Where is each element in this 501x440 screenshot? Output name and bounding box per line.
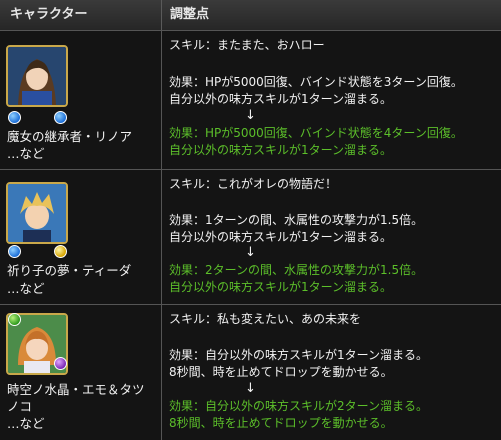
effect-after-2: 自分以外の味方スキルが1ターン溜まる。 [169, 143, 393, 157]
effect-after-1: 効果：自分以外の味方スキルが2ターン溜まる。 [169, 399, 429, 413]
skill-name: スキル：またまた、おハロー [169, 38, 325, 52]
character-portrait-tidus[interactable] [6, 182, 68, 244]
table-row: 時空ノ水晶・エモ＆タツ ノコ …など スキル：私も変えたい、あの未来を 効果：自… [0, 304, 501, 440]
character-cell: 祈り子の夢・ティーダ …など [0, 170, 162, 304]
effect-after-2: 8秒間、時を止めてドロップを動かせる。 [169, 416, 393, 430]
light-subattribute-icon [54, 245, 67, 258]
skill-name: スキル：私も変えたい、あの未来を [169, 312, 362, 326]
effect-after-1: 効果：HPが5000回復、バインド状態を4ターン回復。 [169, 126, 463, 140]
header-changes: 調整点 [162, 0, 501, 30]
effect-before-1: 効果：1ターンの間、水属性の攻撃力が1.5倍。 [169, 213, 424, 227]
character-name: 魔女の継承者・リノア [7, 129, 133, 144]
effect-before-2: 自分以外の味方スキルが1ターン溜まる。 [169, 230, 393, 244]
effect-before-1: 効果：HPが5000回復、バインド状態を3ターン回復。 [169, 75, 463, 89]
skill-change-table: キャラクター 調整点 魔女の継承者・リノア …など スキル：またまた、おハロー … [0, 0, 501, 440]
effect-before-2: 8秒間、時を止めてドロップを動かせる。 [169, 365, 393, 379]
portrait-art [8, 47, 66, 105]
character-name: 時空ノ水晶・エモ＆タツ [7, 382, 145, 397]
portrait-art [8, 184, 66, 242]
down-arrow-icon: ↓ [245, 245, 256, 260]
table-row: 魔女の継承者・リノア …など スキル：またまた、おハロー 効果：HPが5000回… [0, 30, 501, 169]
skill-name: スキル：これがオレの物語だ！ [169, 177, 338, 191]
down-arrow-icon: ↓ [245, 108, 256, 123]
effect-after-1: 効果：2ターンの間、水属性の攻撃力が1.5倍。 [169, 263, 424, 277]
effect-after-2: 自分以外の味方スキルが1ターン溜まる。 [169, 280, 393, 294]
dark-subattribute-icon [54, 357, 67, 370]
water-attribute-icon [8, 245, 21, 258]
character-name: 祈り子の夢・ティーダ [7, 263, 132, 278]
character-name-suffix: …など [7, 281, 45, 296]
effect-before-1: 効果：自分以外の味方スキルが1ターン溜まる。 [169, 348, 429, 362]
character-cell: 魔女の継承者・リノア …など [0, 31, 162, 169]
character-name-suffix: …など [7, 416, 45, 431]
water-attribute-icon [8, 111, 21, 124]
table-row: 祈り子の夢・ティーダ …など スキル：これがオレの物語だ！ 効果：1ターンの間、… [0, 169, 501, 304]
character-portrait-rinoa[interactable] [6, 45, 68, 107]
character-name-suffix: …など [7, 146, 45, 161]
header-character: キャラクター [0, 0, 162, 30]
character-cell: 時空ノ水晶・エモ＆タツ ノコ …など [0, 305, 162, 440]
down-arrow-icon: ↓ [245, 381, 256, 396]
water-subattribute-icon [54, 111, 67, 124]
character-name-cont: ノコ [7, 399, 33, 414]
effect-before-2: 自分以外の味方スキルが1ターン溜まる。 [169, 92, 393, 106]
wood-attribute-icon [8, 313, 21, 326]
